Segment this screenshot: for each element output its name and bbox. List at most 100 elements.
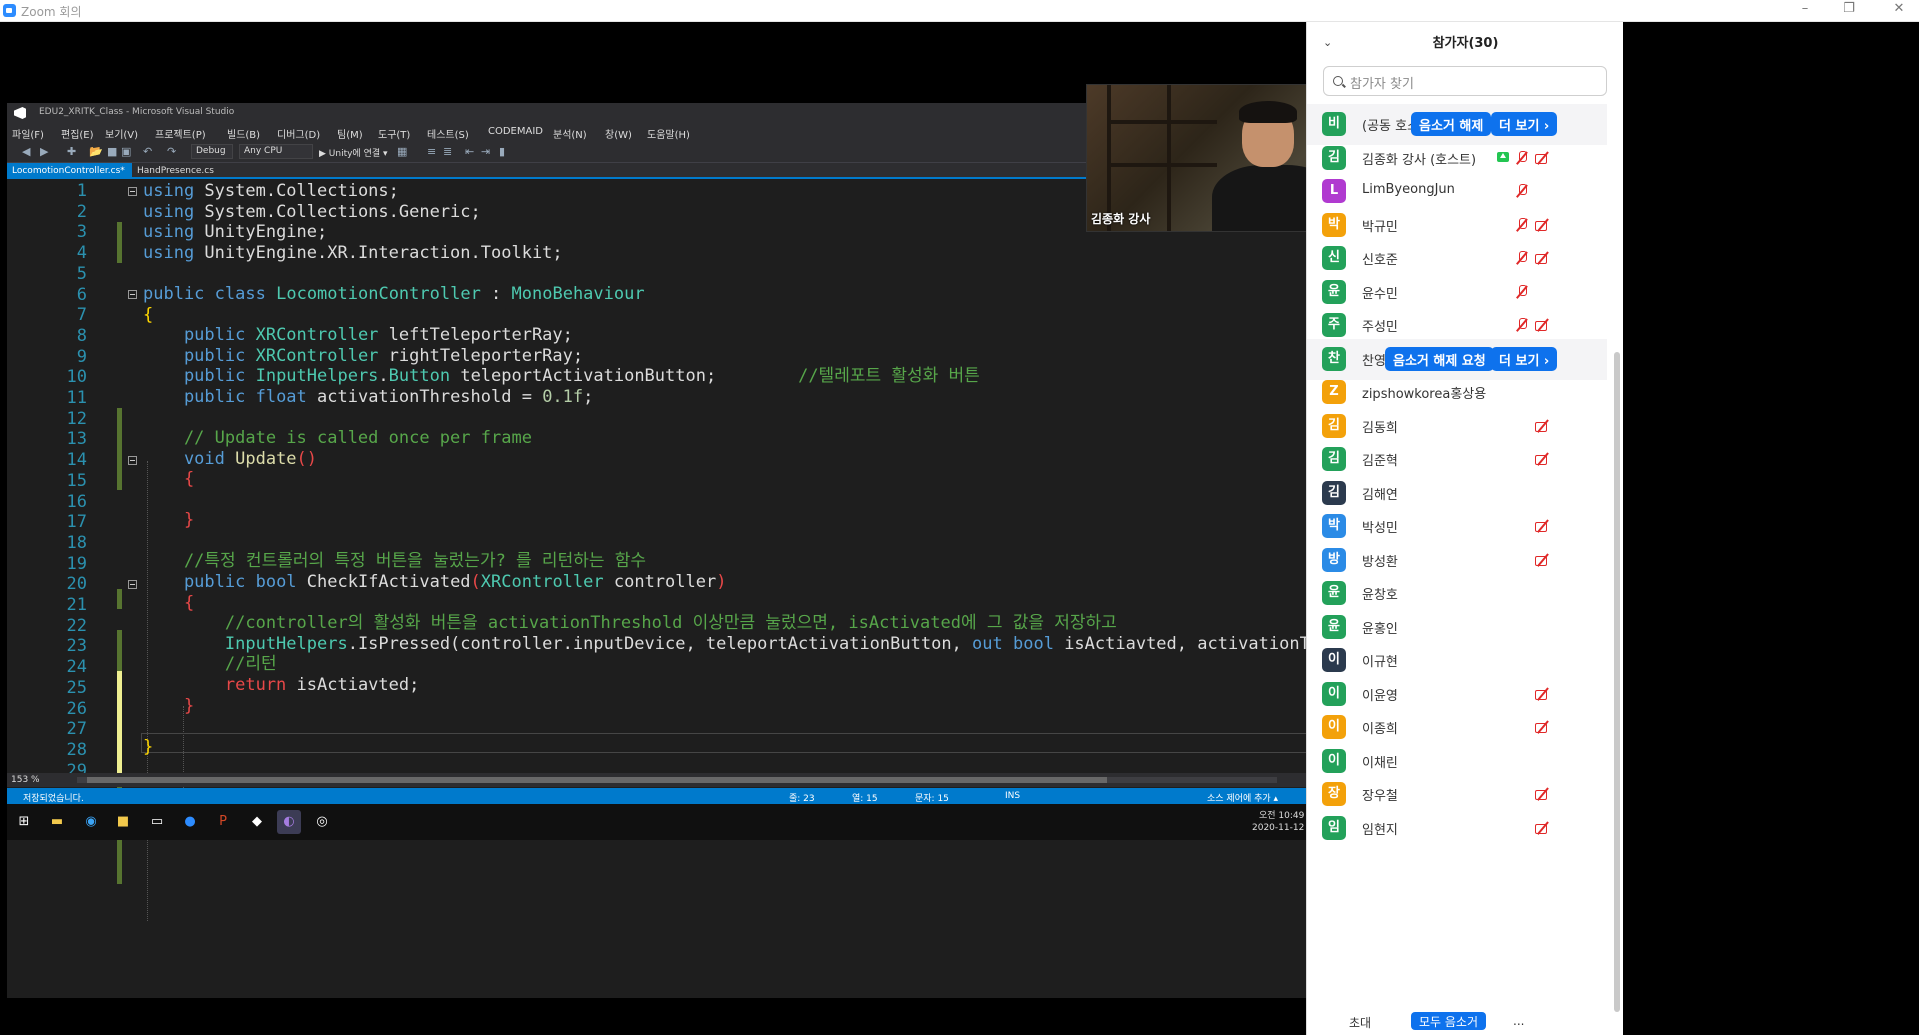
zoom-level[interactable]: 153 % [11, 775, 40, 785]
app-window-icon[interactable]: ▭ [145, 810, 169, 834]
powerpoint-icon[interactable]: P [211, 810, 235, 834]
visual-studio-taskbar-icon[interactable]: ◐ [277, 810, 301, 834]
windows-start-icon[interactable]: ⊞ [12, 810, 36, 834]
sticky-notes-icon[interactable]: ■ [111, 810, 135, 834]
menu-tools[interactable]: 도구(T) [378, 126, 410, 141]
close-button[interactable]: ✕ [1889, 1, 1909, 16]
line-number: 4 [76, 243, 87, 264]
toolbar-icon-b[interactable]: ≡ [427, 145, 436, 158]
menu-project[interactable]: 프로젝트(P) [155, 126, 206, 141]
mic-muted-icon[interactable] [1515, 150, 1529, 165]
camera-off-icon[interactable] [1535, 787, 1551, 801]
menu-test[interactable]: 테스트(S) [427, 126, 469, 141]
avatar: 찬 [1322, 346, 1346, 371]
more-button[interactable]: 더 보기 › [1491, 112, 1558, 136]
save-all-icon[interactable]: ▣ [121, 145, 131, 158]
camera-off-icon[interactable] [1535, 419, 1551, 433]
code-line-7: { [143, 304, 154, 325]
mic-muted-icon[interactable] [1515, 318, 1529, 332]
edge-icon[interactable]: ◉ [79, 810, 103, 834]
undo-icon[interactable]: ↶ [143, 145, 152, 158]
menu-help[interactable]: 도움말(H) [647, 126, 690, 141]
toolbar-icon-e[interactable]: ⇥ [481, 145, 490, 158]
mic-muted-icon[interactable] [1515, 251, 1529, 265]
menu-analyze[interactable]: 분석(N) [553, 126, 587, 141]
menu-edit[interactable]: 편집(E) [61, 126, 94, 141]
status-line: 줄: 23 [789, 794, 815, 804]
avatar: 윤 [1322, 581, 1346, 605]
menu-team[interactable]: 팀(M) [337, 126, 363, 141]
forward-icon[interactable]: ▶ [40, 145, 48, 158]
line-number: 15 [66, 470, 87, 491]
camera-off-icon[interactable] [1535, 687, 1551, 701]
bookshelf-plank [1107, 163, 1217, 167]
line-number: 23 [66, 636, 87, 657]
menu-build[interactable]: 빌드(B) [227, 126, 260, 141]
toolbar-icon-d[interactable]: ⇤ [465, 145, 474, 158]
menu-window[interactable]: 창(W) [605, 126, 632, 141]
toolbar-icon-a[interactable]: ▦ [397, 145, 407, 158]
more-button[interactable]: 더 보기 › [1491, 346, 1558, 371]
zoom-taskbar-icon[interactable]: ● [178, 810, 202, 834]
menu-file[interactable]: 파일(F) [12, 126, 44, 141]
restore-button[interactable]: ❐ [1839, 1, 1859, 16]
fold-toggle-icon[interactable] [128, 456, 137, 465]
participant-name: 장우철 [1362, 789, 1398, 804]
minimize-button[interactable]: – [1795, 1, 1815, 16]
invite-button[interactable]: 초대 [1349, 1014, 1371, 1031]
horizontal-scroll-thumb[interactable] [87, 777, 1107, 783]
mic-muted-icon[interactable] [1515, 184, 1529, 198]
unmute-request-button[interactable]: 음소거 해제 요청 [1385, 346, 1494, 371]
mic-muted-icon[interactable] [1515, 217, 1529, 232]
camera-off-icon[interactable] [1535, 318, 1551, 332]
tab-hand-presence[interactable]: HandPresence.cs [132, 163, 219, 179]
attach-unity-button[interactable]: ▶ Unity에 연결 ▾ [319, 146, 388, 159]
camera-off-icon[interactable] [1535, 519, 1551, 533]
code-line-9: public XRController rightTeleporterRay; [143, 345, 584, 366]
fold-toggle-icon[interactable] [128, 187, 137, 196]
participant-row[interactable]: 임 임현지 [1307, 808, 1607, 849]
camera-off-icon[interactable] [1535, 218, 1551, 232]
unity-hub-icon[interactable]: ◎ [310, 810, 334, 834]
bookmark-icon[interactable]: ▮ [499, 145, 505, 158]
camera-off-icon[interactable] [1535, 821, 1551, 835]
camera-off-icon[interactable] [1535, 452, 1551, 466]
participant-name: 방성환 [1362, 554, 1398, 570]
unity-icon[interactable]: ◆ [245, 810, 269, 834]
camera-off-icon[interactable] [1535, 720, 1551, 734]
line-number: 20 [66, 574, 87, 595]
toolbar-icon-c[interactable]: ≣ [443, 145, 452, 158]
line-number: 2 [76, 201, 87, 222]
camera-off-icon[interactable] [1535, 251, 1551, 265]
back-icon[interactable]: ◀ [22, 145, 30, 158]
tray-clock[interactable]: 오전 10:49 2020-11-12 [1252, 810, 1304, 834]
participants-title: 참가자(30) [1432, 36, 1499, 51]
mute-all-button[interactable]: 모두 음소거 [1411, 1012, 1487, 1030]
save-icon[interactable]: ■ [107, 145, 117, 158]
redo-icon[interactable]: ↷ [167, 145, 176, 158]
open-icon[interactable]: 📂 [89, 145, 103, 158]
unmute-request-button[interactable]: 음소거 해제 [1411, 112, 1492, 136]
panel-scrollbar[interactable] [1614, 352, 1620, 1012]
camera-off-icon[interactable] [1535, 151, 1551, 165]
new-project-icon[interactable]: ✚ [67, 145, 76, 158]
horizontal-scrollbar[interactable] [77, 777, 1277, 783]
config-dropdown[interactable]: Debug [191, 144, 233, 159]
more-options-button[interactable]: ... [1513, 1014, 1524, 1028]
menu-debug[interactable]: 디버그(D) [277, 126, 320, 141]
fold-toggle-icon[interactable] [128, 580, 137, 589]
source-control-button[interactable]: 소스 제어에 추가 ▴ [1207, 791, 1278, 804]
file-explorer-icon[interactable]: ▬ [45, 810, 69, 834]
avatar: 이 [1322, 648, 1346, 672]
mic-muted-icon[interactable] [1515, 284, 1529, 299]
participant-search-input[interactable]: 참가자 찾기 [1323, 66, 1607, 96]
line-number: 24 [66, 657, 87, 678]
fold-toggle-icon[interactable] [128, 290, 137, 299]
camera-off-icon[interactable] [1535, 553, 1551, 567]
platform-dropdown[interactable]: Any CPU [239, 144, 313, 159]
code-line-22: //controller의 활성화 버튼을 activationThreshol… [143, 613, 1117, 633]
menu-codemaid[interactable]: CODEMAID [488, 126, 543, 137]
line-number: 26 [66, 698, 87, 719]
tab-locomotion-controller[interactable]: LocomotionController.cs* [7, 163, 132, 179]
menu-view[interactable]: 보기(V) [105, 126, 138, 141]
